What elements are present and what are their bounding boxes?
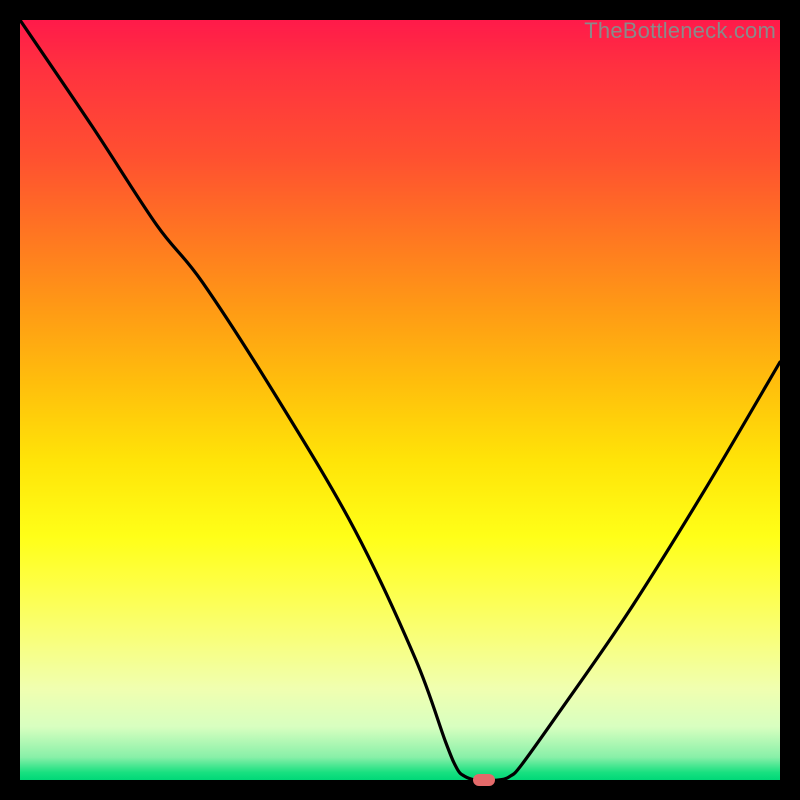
minimum-marker xyxy=(473,774,495,786)
bottleneck-curve xyxy=(20,20,780,780)
plot-area: TheBottleneck.com xyxy=(20,20,780,780)
chart-root: TheBottleneck.com xyxy=(0,0,800,800)
